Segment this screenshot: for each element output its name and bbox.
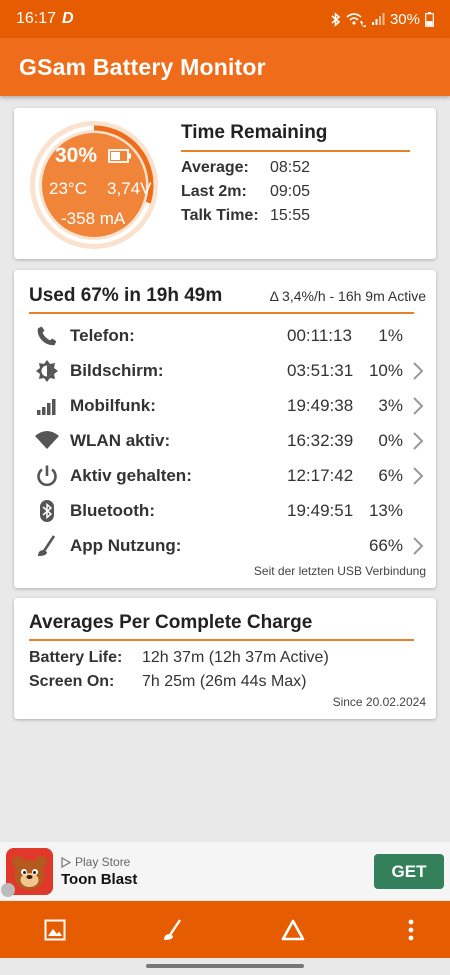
time-row-value: 15:55 — [270, 207, 311, 224]
usage-label: Mobilfunk: — [70, 395, 156, 415]
usage-row-telefon[interactable]: Telefon: 00:11:13 1% — [14, 318, 436, 353]
avg-value: 7h 25m (26m 44s Max) — [142, 673, 307, 690]
image-icon[interactable] — [40, 915, 70, 945]
usage-row-bluetooth[interactable]: Bluetooth: 19:49:51 13% — [14, 493, 436, 528]
time-row-talk-time: Talk Time: 15:55 — [181, 207, 310, 225]
get-button[interactable]: GET — [374, 854, 444, 889]
status-time: 16:17 — [16, 10, 57, 27]
usage-time: 00:11:13 — [287, 325, 352, 345]
time-row-value: 08:52 — [270, 159, 311, 176]
usage-row-wlan[interactable]: WLAN aktiv: 16:32:39 0% — [14, 423, 436, 458]
battery-horizontal-icon — [108, 149, 131, 163]
bluetooth-icon — [331, 11, 341, 27]
usage-percent: 13% — [368, 500, 403, 520]
ad-info-icon[interactable] — [1, 883, 15, 897]
averages-since: Since 20.02.2024 — [332, 695, 426, 709]
app-usage-icon[interactable] — [158, 915, 188, 945]
chevron-right-icon[interactable] — [411, 431, 425, 451]
usage-percent: 1% — [378, 325, 403, 345]
gauge-readout: 30% 23°C 3,74V -358 mA — [28, 119, 160, 251]
carrier-glyph: D — [62, 10, 74, 27]
usage-percent: 10% — [368, 360, 403, 380]
app-title: GSam Battery Monitor — [19, 53, 266, 80]
usage-label: Bluetooth: — [70, 500, 155, 520]
bluetooth-icon — [34, 498, 60, 524]
averages-title: Averages Per Complete Charge — [29, 612, 313, 633]
ad-store: Play Store — [61, 855, 130, 869]
status-icons: 30% — [330, 11, 434, 28]
time-remaining-card[interactable]: 30% 23°C 3,74V -358 mA Time Remaining Av… — [14, 108, 436, 259]
time-row-label: Talk Time: — [181, 207, 259, 224]
usage-label: App Nutzung: — [70, 535, 182, 555]
usage-percent: 66% — [368, 535, 403, 555]
power-icon — [34, 463, 60, 489]
wifi-calling-icon — [346, 12, 366, 27]
usage-card: Used 67% in 19h 49m Δ 3,4%/h - 16h 9m Ac… — [14, 270, 436, 588]
avg-label: Screen On: — [29, 673, 115, 690]
usage-percent: 3% — [378, 395, 403, 415]
wifi-icon — [34, 428, 60, 454]
brightness-icon — [34, 358, 60, 384]
usage-time: 19:49:38 — [287, 395, 354, 415]
usage-label: WLAN aktiv: — [70, 430, 171, 450]
ad-banner[interactable]: Play Store Toon Blast GET — [0, 842, 450, 900]
usage-title: Used 67% in 19h 49m — [29, 285, 223, 306]
avg-label: Battery Life: — [29, 649, 123, 666]
usage-time: 19:49:51 — [287, 500, 354, 520]
battery-icon — [425, 11, 434, 27]
time-row-label: Average: — [181, 159, 249, 176]
status-battery-percent: 30% — [389, 10, 420, 28]
usage-label: Bildschirm: — [70, 360, 164, 380]
status-bar: 16:17 D 30% — [0, 0, 450, 38]
title-divider — [29, 639, 414, 641]
time-remaining-title: Time Remaining — [181, 122, 328, 143]
gauge-voltage: 3,74V — [107, 179, 152, 198]
title-divider — [29, 312, 414, 314]
usage-percent: 0% — [378, 430, 403, 450]
system-nav-bar — [0, 958, 450, 975]
avg-row-battery-life: Battery Life: 12h 37m (12h 37m Active) — [29, 649, 329, 667]
chevron-right-icon[interactable] — [411, 361, 425, 381]
time-row-last-2m: Last 2m: 09:05 — [181, 183, 310, 201]
usage-rate: Δ 3,4%/h - 16h 9m Active — [269, 288, 426, 304]
signal-icon — [371, 13, 385, 25]
cell-signal-icon — [34, 393, 60, 419]
play-store-icon — [61, 856, 71, 868]
usage-label: Aktiv gehalten: — [70, 465, 192, 485]
time-row-average: Average: 08:52 — [181, 159, 310, 177]
delta-icon[interactable] — [278, 915, 308, 945]
title-divider — [181, 150, 410, 152]
gauge-temperature: 23°C — [49, 179, 87, 198]
phone-icon — [34, 323, 60, 349]
usage-row-aktiv-gehalten[interactable]: Aktiv gehalten: 12:17:42 6% — [14, 458, 436, 493]
app-usage-icon — [34, 533, 60, 559]
chevron-right-icon[interactable] — [411, 396, 425, 416]
usage-time: 12:17:42 — [287, 465, 354, 485]
avg-row-screen-on: Screen On: 7h 25m (26m 44s Max) — [29, 673, 307, 691]
chevron-right-icon[interactable] — [411, 536, 425, 556]
chevron-right-icon[interactable] — [411, 466, 425, 486]
usage-label: Telefon: — [70, 325, 135, 345]
usage-row-mobilfunk[interactable]: Mobilfunk: 19:49:38 3% — [14, 388, 436, 423]
usage-footnote: Seit der letzten USB Verbindung — [253, 564, 426, 578]
avg-value: 12h 37m (12h 37m Active) — [142, 649, 329, 666]
gesture-handle[interactable] — [146, 964, 304, 968]
app-bar: GSam Battery Monitor — [0, 38, 450, 96]
bottom-action-bar — [0, 901, 450, 958]
usage-row-app-nutzung[interactable]: App Nutzung: 66% — [14, 528, 436, 563]
averages-card[interactable]: Averages Per Complete Charge Battery Lif… — [14, 598, 436, 719]
time-row-value: 09:05 — [270, 183, 311, 200]
usage-time: 03:51:31 — [287, 360, 354, 380]
usage-percent: 6% — [378, 465, 403, 485]
usage-time: 16:32:39 — [287, 430, 354, 450]
ad-store-label: Play Store — [75, 855, 131, 869]
time-row-label: Last 2m: — [181, 183, 247, 200]
usage-row-bildschirm[interactable]: Bildschirm: 03:51:31 10% — [14, 353, 436, 388]
gauge-percent: 30% — [55, 144, 98, 167]
gauge-current: -358 mA — [61, 209, 126, 228]
ad-app-name: Toon Blast — [61, 871, 138, 888]
more-vert-icon[interactable] — [396, 915, 426, 945]
